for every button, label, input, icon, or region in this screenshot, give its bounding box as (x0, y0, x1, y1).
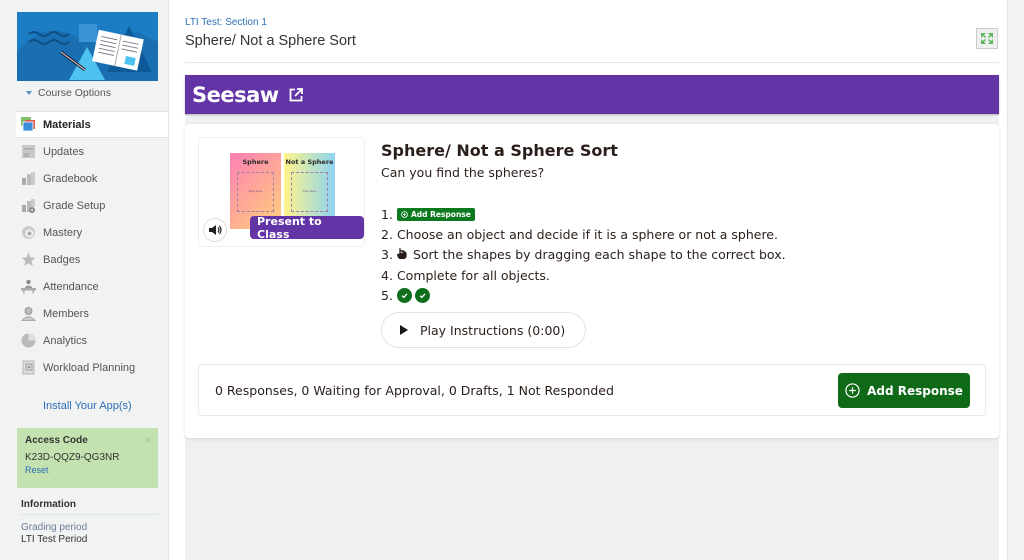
attendance-icon (21, 279, 36, 294)
sidebar: Course Options Materials Updates Gradebo… (0, 0, 168, 560)
sidebar-item-materials[interactable]: Materials (16, 111, 168, 138)
sidebar-item-label: Attendance (43, 280, 99, 293)
sidebar-item-label: Members (43, 307, 89, 320)
seesaw-logo[interactable]: Seesaw (192, 83, 279, 107)
grading-period-label: Grading period (21, 522, 88, 533)
responses-summary: 0 Responses, 0 Waiting for Approval, 0 D… (215, 383, 614, 398)
access-code-panel: Access Code × K23D-QQZ9-QG3NR Reset (17, 428, 158, 488)
sidebar-item-label: Workload Planning (43, 361, 136, 374)
add-response-button[interactable]: Add Response (838, 373, 970, 408)
step-number: 3. (381, 247, 393, 263)
responses-bar: 0 Responses, 0 Waiting for Approval, 0 D… (198, 364, 986, 416)
workload-planning-icon (21, 360, 36, 375)
materials-icon (21, 117, 36, 132)
members-icon (21, 306, 36, 321)
activity-subtitle: Can you find the spheres? (381, 165, 545, 180)
step-item: 5. (381, 285, 786, 305)
updates-icon (21, 144, 36, 159)
sidebar-item-members[interactable]: Members (16, 300, 168, 327)
instruction-steps: 1. Add Response 2. Choose an object and … (381, 204, 786, 305)
course-banner-image (17, 12, 158, 81)
install-apps-link[interactable]: Install Your App(s) (43, 400, 132, 412)
play-icon (400, 325, 408, 335)
page-title: Sphere/ Not a Sphere Sort (185, 33, 356, 49)
analytics-icon (21, 333, 36, 348)
sidebar-item-grade-setup[interactable]: Grade Setup (16, 192, 168, 219)
grading-period-value: LTI Test Period (21, 534, 88, 545)
check-circle-icon (396, 287, 412, 303)
sidebar-item-label: Materials (43, 118, 91, 131)
present-to-class-button[interactable]: Present to Class (250, 215, 364, 241)
access-code-value: K23D-QQZ9-QG3NR (25, 452, 120, 463)
sidebar-item-updates[interactable]: Updates (16, 138, 168, 165)
gradebook-icon (21, 171, 36, 186)
thumbnail-page-title: Not a Sphere (285, 158, 334, 166)
step-item: 4. Complete for all objects. (381, 265, 786, 285)
drop-zone: Drop Here (237, 172, 274, 212)
header-divider (185, 62, 999, 63)
step-number: 1. (381, 206, 393, 222)
sidebar-item-analytics[interactable]: Analytics (16, 327, 168, 354)
thumbnail-page-title: Sphere (242, 158, 269, 166)
play-instructions-button[interactable]: Play Instructions (0:00) (381, 312, 586, 348)
page-scrollbar-track[interactable] (1007, 0, 1024, 560)
step-text: Choose an object and decide if it is a s… (396, 226, 778, 242)
course-nav: Materials Updates Gradebook Grade Setup … (16, 111, 168, 381)
sidebar-item-label: Gradebook (43, 172, 98, 185)
inline-add-response-button[interactable]: Add Response (396, 207, 475, 221)
caret-down-icon (26, 91, 32, 95)
sidebar-item-workload-planning[interactable]: Workload Planning (16, 354, 168, 381)
speaker-icon (209, 225, 222, 235)
sidebar-item-label: Updates (43, 145, 84, 158)
course-options-toggle[interactable]: Course Options (26, 87, 111, 99)
sidebar-item-badges[interactable]: Badges (16, 246, 168, 273)
audio-button[interactable] (203, 218, 227, 242)
badges-icon (21, 252, 36, 267)
step-item: 1. Add Response (381, 204, 786, 224)
add-response-label: Add Response (867, 383, 963, 398)
close-icon[interactable]: × (145, 433, 152, 447)
course-options-label: Course Options (38, 87, 111, 99)
grade-setup-icon (21, 198, 36, 213)
mastery-icon (21, 225, 36, 240)
sidebar-item-label: Grade Setup (43, 199, 106, 212)
step-number: 2. (381, 226, 393, 242)
sidebar-item-label: Analytics (43, 334, 88, 347)
step-text: Complete for all objects. (396, 267, 550, 283)
inline-add-response-label: Add Response (410, 209, 471, 219)
sidebar-item-label: Badges (43, 253, 81, 266)
main-content: LTI Test: Section 1 Sphere/ Not a Sphere… (168, 0, 1007, 560)
external-link-icon[interactable] (289, 87, 303, 102)
step-item: 3. Sort the shapes by dragging each shap… (381, 245, 786, 265)
plus-circle-icon (401, 210, 408, 218)
activity-title: Sphere/ Not a Sphere Sort (381, 141, 618, 160)
seesaw-embed: Seesaw Sphere Drop Here Not a Sphere Dro… (185, 75, 999, 560)
sidebar-item-gradebook[interactable]: Gradebook (16, 165, 168, 192)
step-item: 2. Choose an object and decide if it is … (381, 224, 786, 244)
drop-zone: Drop Here (291, 172, 328, 212)
reset-access-code-link[interactable]: Reset (25, 465, 150, 475)
expand-icon (981, 33, 993, 44)
fullscreen-button[interactable] (976, 28, 998, 49)
hand-drag-icon (396, 247, 407, 262)
sidebar-item-attendance[interactable]: Attendance (16, 273, 168, 300)
sidebar-item-mastery[interactable]: Mastery (16, 219, 168, 246)
step-number: 5. (381, 287, 393, 303)
sidebar-item-label: Mastery (43, 226, 83, 239)
step-number: 4. (381, 267, 393, 283)
step-text: Sort the shapes by dragging each shape t… (412, 247, 786, 263)
plus-circle-icon (845, 383, 860, 398)
information-heading: Information (21, 499, 158, 515)
activity-card: Sphere Drop Here Not a Sphere Drop Here … (185, 124, 999, 438)
seesaw-header: Seesaw (185, 75, 999, 114)
play-instructions-label: Play Instructions (0:00) (420, 322, 566, 338)
check-circle-icon (414, 287, 430, 303)
activity-thumbnail[interactable]: Sphere Drop Here Not a Sphere Drop Here … (198, 137, 365, 247)
breadcrumb[interactable]: LTI Test: Section 1 (185, 17, 267, 28)
access-code-title: Access Code (25, 435, 88, 446)
